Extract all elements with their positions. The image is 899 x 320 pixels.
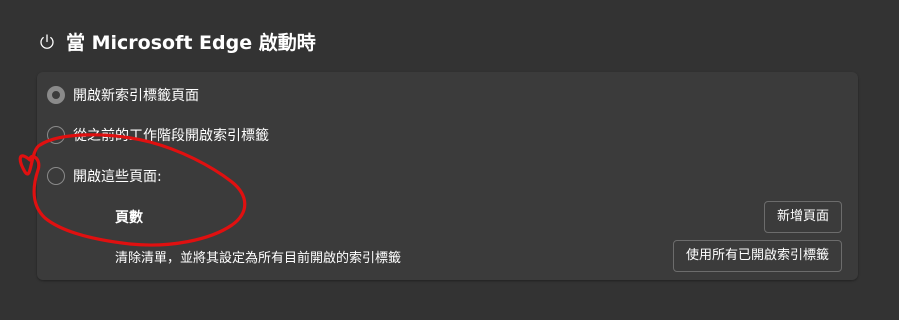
use-all-open-tabs-button[interactable]: 使用所有已開啟索引標籤 <box>672 240 842 272</box>
settings-page: 當 Microsoft Edge 啟動時 開啟新索引標籤頁面 從之前的工作階段開… <box>0 0 899 320</box>
power-icon <box>40 33 54 49</box>
option-label: 開啟新索引標籤頁面 <box>73 88 199 104</box>
option-label: 從之前的工作階段開啟索引標籤 <box>73 128 269 144</box>
radio-button-checked[interactable] <box>47 86 65 104</box>
radio-button[interactable] <box>47 126 65 144</box>
option-open-new-tab[interactable]: 開啟新索引標籤頁面 <box>47 85 199 105</box>
option-open-specific-pages[interactable]: 開啟這些頁面: <box>47 166 162 186</box>
radio-button[interactable] <box>47 167 65 185</box>
section-title: 當 Microsoft Edge 啟動時 <box>66 32 316 54</box>
add-page-button[interactable]: 新增頁面 <box>763 201 842 233</box>
pages-label: 頁數 <box>115 210 143 226</box>
clear-list-description: 清除清單，並將其設定為所有目前開啟的索引標籤 <box>115 251 402 266</box>
option-continue-previous-session[interactable]: 從之前的工作階段開啟索引標籤 <box>47 125 269 145</box>
section-header: 當 Microsoft Edge 啟動時 <box>38 28 316 55</box>
startup-options-card: 開啟新索引標籤頁面 從之前的工作階段開啟索引標籤 開啟這些頁面: 頁數 新增頁面… <box>37 72 858 280</box>
option-label: 開啟這些頁面: <box>73 169 162 185</box>
